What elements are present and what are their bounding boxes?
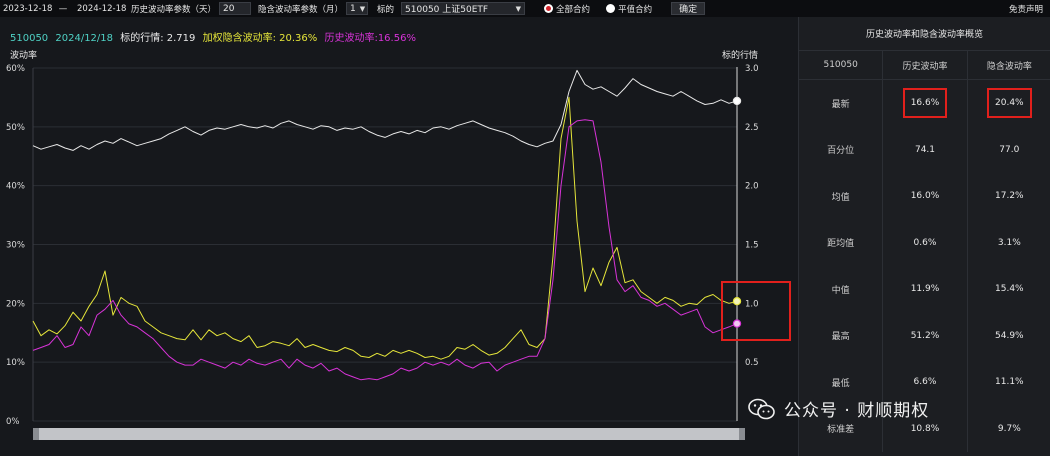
y2-axis-label: 标的行情 bbox=[722, 49, 758, 61]
y-axis-ticks: 60% 50% 40% 30% 20% 10% 0% bbox=[6, 64, 25, 427]
disclaimer-link[interactable]: 免责声明 bbox=[1006, 2, 1046, 16]
radio-selected-icon bbox=[544, 4, 554, 13]
row-label: 最新 bbox=[831, 99, 850, 110]
wechat-icon bbox=[748, 398, 775, 419]
y-tick-label: 60% bbox=[6, 64, 25, 74]
iv-param-select[interactable]: 1 ▼ bbox=[346, 2, 369, 15]
series-endpoint-1 bbox=[732, 297, 742, 306]
iv-param-value: 1 bbox=[350, 3, 356, 14]
y2-tick-label: 3.0 bbox=[745, 64, 759, 74]
row-hv-value: 0.6% bbox=[913, 237, 937, 248]
radio-atm-contracts[interactable]: 平值合约 bbox=[603, 2, 655, 16]
y-tick-label: 10% bbox=[6, 358, 25, 368]
series-line-1 bbox=[32, 96, 738, 360]
series-line-2 bbox=[32, 119, 738, 381]
y2-axis-ticks: 3.0 2.5 2.0 1.5 1.0 0.5 bbox=[745, 64, 759, 368]
row-iv-value: 11.1% bbox=[995, 377, 1024, 388]
radio-unselected-icon bbox=[606, 4, 616, 13]
panel-title: 历史波动率和隐含波动率概览 bbox=[799, 17, 1050, 51]
row-hv-value: 11.9% bbox=[910, 284, 940, 295]
row-label: 百分位 bbox=[827, 146, 855, 157]
underlying-select[interactable]: 510050 上证50ETF ▼ bbox=[401, 2, 526, 15]
row-label: 中值 bbox=[831, 285, 850, 296]
y-tick-label: 30% bbox=[6, 241, 25, 251]
table-row: 中值 11.9% 15.4% bbox=[799, 266, 1050, 313]
table-row: 百分位 74.1 77.0 bbox=[799, 126, 1050, 173]
y2-tick-label: 0.5 bbox=[745, 358, 759, 368]
table-row: 均值 16.0% 17.2% bbox=[799, 173, 1050, 220]
confirm-button[interactable]: 确定 bbox=[671, 2, 706, 15]
row-hv-value: 16.6% bbox=[902, 88, 948, 119]
row-label: 最高 bbox=[831, 332, 850, 343]
y-tick-label: 0% bbox=[6, 417, 20, 427]
table-row: 距均值 0.6% 3.1% bbox=[799, 219, 1050, 266]
row-hv-value: 74.1 bbox=[914, 144, 936, 155]
series-line-0 bbox=[32, 69, 738, 151]
radio-atm-label: 平值合约 bbox=[618, 4, 653, 15]
chart-scrollbar[interactable] bbox=[33, 428, 745, 440]
row-iv-value: 15.4% bbox=[995, 284, 1024, 295]
row-hv-value: 10.8% bbox=[910, 423, 940, 434]
y-tick-label: 20% bbox=[6, 299, 25, 309]
table-row: 最新 16.6% 20.4% bbox=[799, 80, 1050, 127]
chart-plot: 波动率 标的行情 60% 50% 40% 30% 20% 10% 0% 3.0 2.5 2.0 1… bbox=[6, 49, 791, 427]
hv-param-input[interactable]: 20 bbox=[219, 2, 252, 15]
chevron-down-icon: ▼ bbox=[515, 4, 522, 13]
row-hv-value: 6.6% bbox=[913, 377, 937, 388]
underlying-value: 510050 上证50ETF bbox=[405, 5, 489, 15]
y-tick-label: 50% bbox=[6, 123, 25, 133]
row-iv-value: 20.4% bbox=[987, 88, 1032, 119]
header-iv: 隐含波动率 bbox=[986, 61, 1032, 72]
row-label: 最低 bbox=[831, 378, 850, 389]
scroll-handle-right[interactable] bbox=[739, 428, 745, 440]
watermark-text: 公众号 · 财顺期权 bbox=[784, 401, 930, 421]
toolbar: 2023-12-18 — 2024-12-18 历史波动率参数（天） 20 隐含… bbox=[0, 0, 1050, 17]
start-date-input[interactable]: 2023-12-18 bbox=[0, 2, 52, 16]
volatility-chart: 510050 2024/12/18 标的行情: 2.719 加权隐含波动率: 2… bbox=[0, 17, 797, 456]
series-endpoint-0 bbox=[732, 96, 742, 106]
radio-all-label: 全部合约 bbox=[556, 4, 591, 15]
watermark: 公众号 · 财顺期权 bbox=[748, 396, 929, 421]
table-row: 最高 51.2% 54.9% bbox=[799, 312, 1050, 359]
radio-all-contracts[interactable]: 全部合约 bbox=[541, 2, 593, 16]
row-iv-value: 9.7% bbox=[997, 423, 1021, 434]
row-iv-value: 17.2% bbox=[995, 191, 1024, 202]
highlight-box bbox=[721, 281, 791, 341]
row-label: 距均值 bbox=[827, 239, 855, 250]
y2-tick-label: 1.0 bbox=[745, 299, 759, 309]
row-label: 均值 bbox=[831, 192, 850, 203]
end-date-input[interactable]: 2024-12-18 bbox=[74, 2, 128, 16]
row-label: 标准差 bbox=[827, 425, 855, 436]
series-endpoint-2 bbox=[732, 319, 742, 328]
table-header: 510050 历史波动率 隐含波动率 bbox=[799, 51, 1050, 80]
grid-lines bbox=[32, 67, 737, 422]
row-hv-value: 51.2% bbox=[910, 330, 940, 341]
y-tick-label: 40% bbox=[6, 182, 25, 192]
row-hv-value: 16.0% bbox=[910, 191, 940, 202]
header-hv: 历史波动率 bbox=[882, 51, 968, 79]
chevron-down-icon: ▼ bbox=[359, 4, 366, 13]
date-separator: — bbox=[58, 3, 68, 14]
y2-tick-label: 1.5 bbox=[745, 241, 759, 251]
y-axis-label: 波动率 bbox=[10, 49, 37, 61]
underlying-label: 标的 bbox=[377, 4, 395, 15]
overview-table: 510050 历史波动率 隐含波动率 最新 16.6% 20.4% 百分位 74.1 77… bbox=[799, 51, 1050, 452]
header-code: 510050 bbox=[823, 60, 858, 70]
row-iv-value: 3.1% bbox=[997, 237, 1021, 248]
y2-tick-label: 2.0 bbox=[745, 182, 759, 192]
row-iv-value: 54.9% bbox=[995, 330, 1024, 341]
iv-param-label: 隐含波动率参数（月） bbox=[258, 4, 344, 15]
series-lines bbox=[32, 69, 738, 381]
row-iv-value: 77.0 bbox=[999, 144, 1020, 155]
hv-param-label: 历史波动率参数（天） bbox=[131, 4, 217, 15]
overview-panel: 历史波动率和隐含波动率概览 510050 历史波动率 隐含波动率 最新 16.6%… bbox=[798, 17, 1050, 456]
y2-tick-label: 2.5 bbox=[745, 123, 759, 133]
scroll-handle-left[interactable] bbox=[33, 428, 39, 440]
